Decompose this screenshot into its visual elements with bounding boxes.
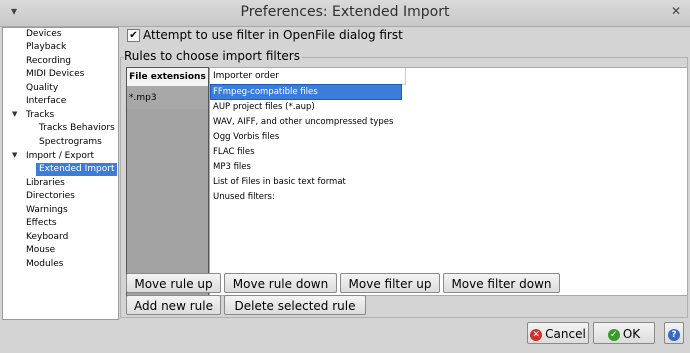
help-icon: ? [668,328,680,341]
tree-item-tracks[interactable]: Tracks [26,109,54,122]
extension-row-mp3[interactable]: *.mp3 [127,87,208,109]
title-bar: ▾ Preferences: Extended Import ✕ [0,0,690,27]
importer-row-ogg[interactable]: Ogg Vorbis files [211,130,399,144]
importer-row-wav-aiff[interactable]: WAV, AIFF, and other uncompressed types [211,115,399,129]
move-filter-up-button[interactable]: Move filter up [340,273,440,293]
importer-order-header[interactable]: Importer order [210,68,406,85]
importer-row-ffmpeg[interactable]: FFmpeg-compatible files [210,84,402,100]
tree-item-keyboard[interactable]: Keyboard [26,231,68,244]
tree-item-warnings[interactable]: Warnings [26,204,68,217]
ok-button-label: OK [622,327,641,341]
attempt-filter-label[interactable]: Attempt to use filter in OpenFile dialog… [143,28,403,42]
help-button[interactable]: ? [664,322,684,344]
cancel-button[interactable]: ✕ Cancel [527,322,589,344]
tree-item-tracks-behaviors[interactable]: Tracks Behaviors [39,122,115,135]
importer-row-flac[interactable]: FLAC files [211,145,399,159]
move-filter-down-button[interactable]: Move filter down [443,273,560,293]
cancel-icon: ✕ [530,328,543,341]
importer-row-unused[interactable]: Unused filters: [211,190,399,204]
close-icon[interactable]: ✕ [670,5,682,17]
tree-item-extended-import[interactable]: Extended Import [36,163,118,176]
attempt-filter-checkbox[interactable]: ✔ [127,29,140,42]
importer-row-aup[interactable]: AUP project files (*.aup) [211,100,399,114]
window-title: Preferences: Extended Import [240,4,450,20]
tree-item-devices[interactable]: Devices [26,28,61,41]
preferences-body: Devices Playback Recording MIDI Devices … [0,27,690,353]
file-extensions-header[interactable]: File extensions [127,68,208,87]
move-rule-down-button[interactable]: Move rule down [224,273,337,293]
tree-item-spectrograms[interactable]: Spectrograms [39,136,102,149]
collapse-triangle-icon[interactable]: ▼ [12,151,17,159]
tree-item-playback[interactable]: Playback [26,41,66,54]
checkmark-icon: ✓ [607,328,620,341]
tree-item-interface[interactable]: Interface [26,95,66,108]
importer-order-list[interactable]: Importer order FFmpeg-compatible files A… [209,67,688,296]
move-rule-up-button[interactable]: Move rule up [126,273,221,293]
cancel-button-label: Cancel [545,327,586,341]
tree-item-effects[interactable]: Effects [26,217,57,230]
ok-button[interactable]: ✓ OK [593,322,655,344]
dialog-button-bar: ✕ Cancel ✓ OK ? [0,318,690,353]
tree-item-modules[interactable]: Modules [26,258,63,271]
preferences-category-tree[interactable]: Devices Playback Recording MIDI Devices … [2,27,119,320]
tree-item-mouse[interactable]: Mouse [26,244,55,257]
add-new-rule-button[interactable]: Add new rule [126,295,221,315]
delete-selected-rule-button[interactable]: Delete selected rule [224,295,366,315]
tree-item-quality[interactable]: Quality [26,82,58,95]
file-extensions-list[interactable]: File extensions *.mp3 [126,67,209,296]
importer-row-list-of-files[interactable]: List of Files in basic text format [211,175,399,189]
collapse-triangle-icon[interactable]: ▼ [12,110,17,118]
tree-item-recording[interactable]: Recording [26,55,71,68]
tree-item-midi-devices[interactable]: MIDI Devices [26,68,84,81]
extensions-empty-area [127,109,208,295]
rules-group-label: Rules to choose import filters [124,49,302,63]
tree-item-import-export[interactable]: Import / Export [26,150,94,163]
tree-item-libraries[interactable]: Libraries [26,177,65,190]
importer-row-mp3[interactable]: MP3 files [211,160,399,174]
tree-item-directories[interactable]: Directories [26,190,75,203]
